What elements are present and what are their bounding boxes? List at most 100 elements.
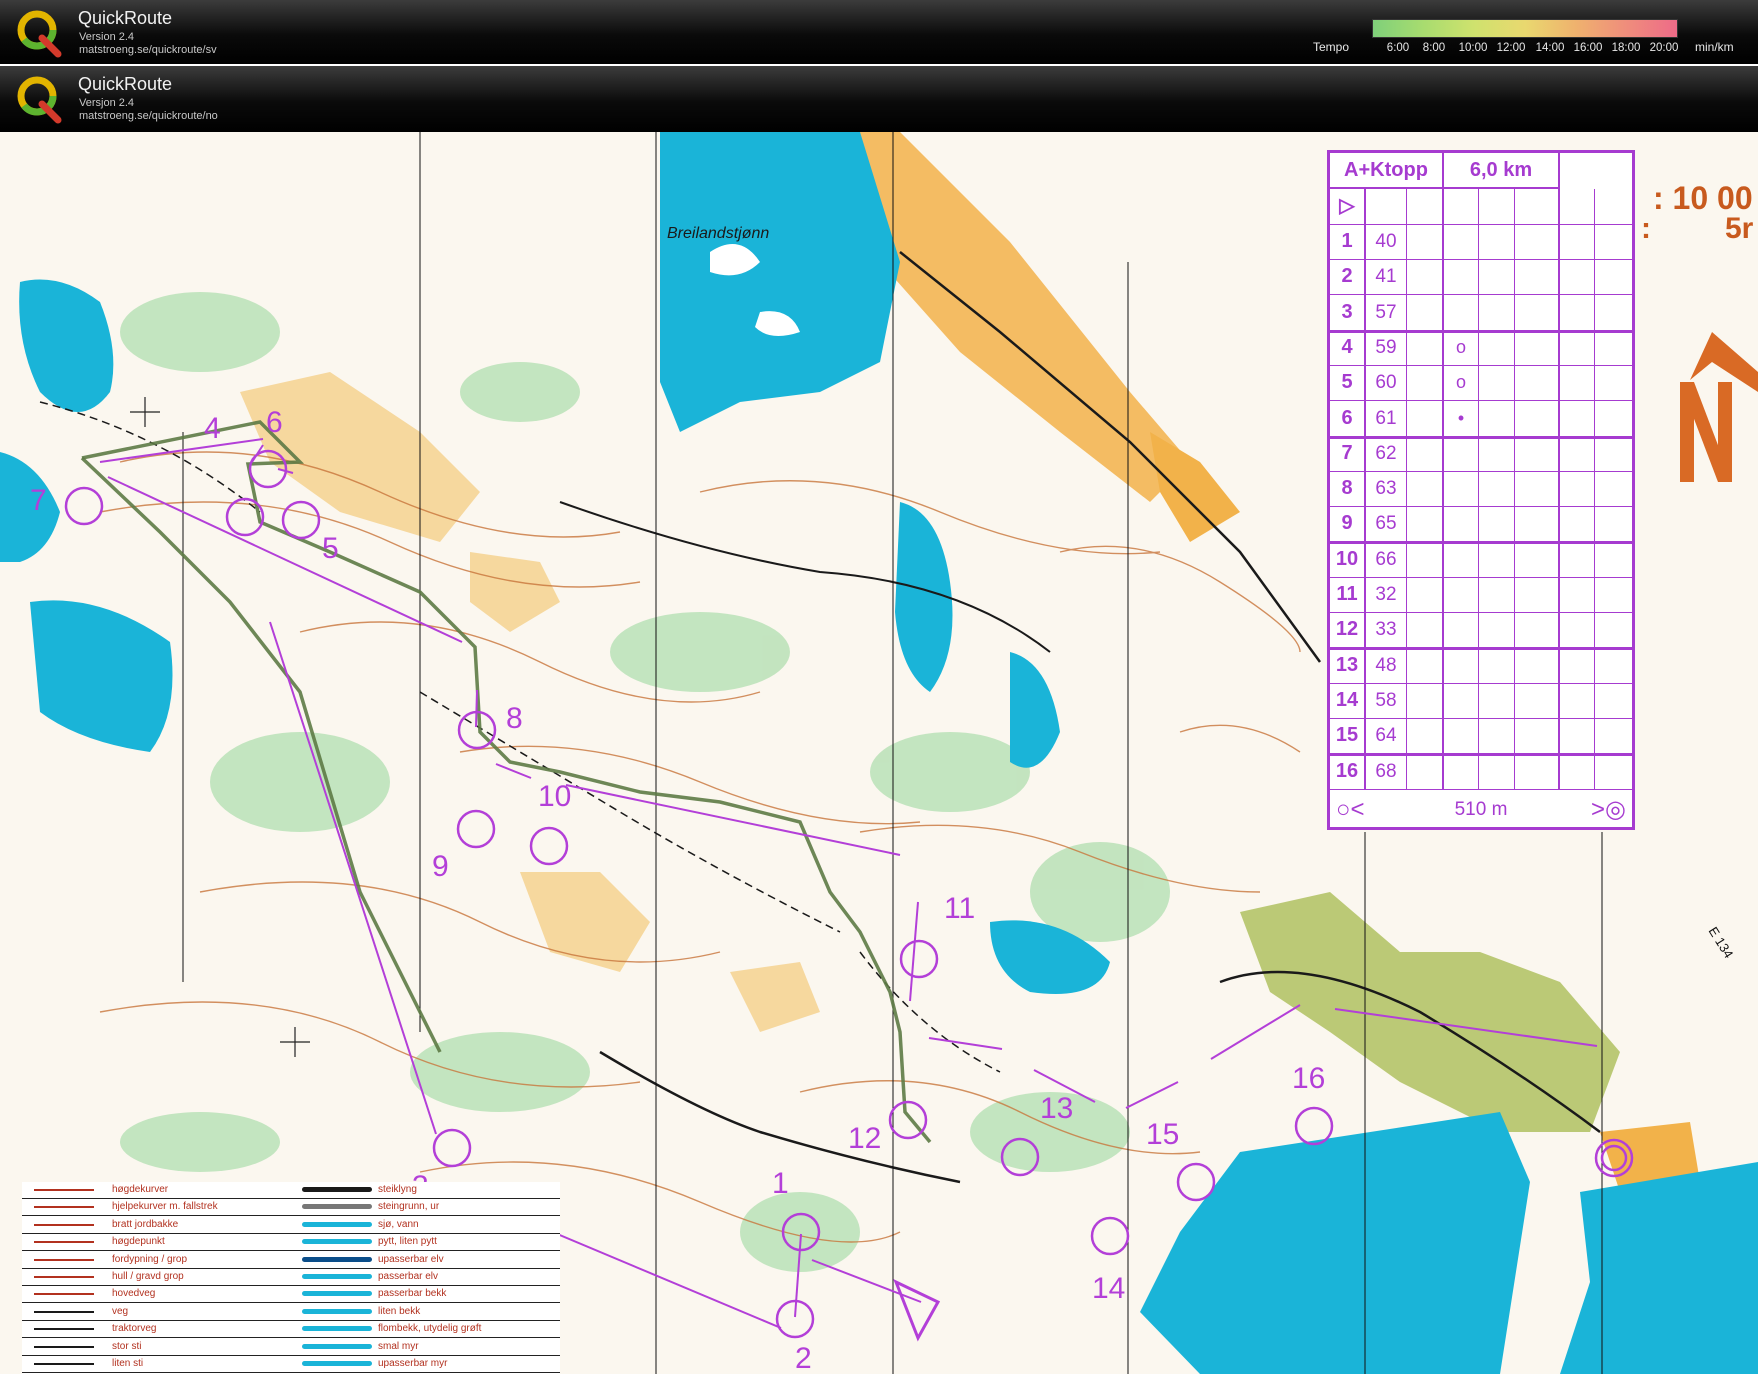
app-version: Versjon 2.4 <box>79 97 135 109</box>
control-row: 12 33 <box>1330 612 1632 651</box>
control-col-g <box>1560 612 1595 648</box>
legend-symbol-icon <box>34 1276 94 1278</box>
legend-row: bratt jordbakke sjø, vann <box>22 1217 560 1234</box>
control-col-e <box>1480 577 1515 612</box>
control-col-c <box>1408 365 1444 401</box>
legend-label: upasserbar elv <box>378 1253 444 1265</box>
control-label-15: 15 <box>1146 1118 1180 1151</box>
control-number: 1 <box>1330 224 1366 259</box>
legend-label: traktorveg <box>112 1323 157 1335</box>
control-code: 33 <box>1366 612 1407 648</box>
control-code: 66 <box>1366 541 1407 577</box>
scale-fragment-text: 5r <box>1725 212 1754 245</box>
quickroute-banner-sv: QuickRoute Version 2.4 matstroeng.se/qui… <box>0 0 1758 64</box>
feature-symbol <box>1444 435 1479 471</box>
legend-symbol-icon <box>302 1343 372 1349</box>
control-number: 2 <box>1330 259 1366 295</box>
tempo-ticks: 6:00 8:00 10:00 12:00 14:00 16:00 18:00 … <box>1372 42 1696 56</box>
control-number: 9 <box>1330 506 1366 542</box>
legend-symbol-icon <box>34 1241 94 1244</box>
control-col-c <box>1408 682 1444 718</box>
control-row: 9 65 <box>1330 506 1632 545</box>
course-length: 6,0 km <box>1444 153 1560 189</box>
start-triangle-icon: ▷ <box>1330 189 1366 224</box>
control-code: 63 <box>1366 471 1407 507</box>
control-col-g <box>1560 400 1595 436</box>
legend-row: hjelpekurver m. fallstrek steingrunn, ur <box>22 1199 560 1217</box>
control-col-e <box>1480 294 1515 330</box>
control-col-f <box>1516 541 1560 577</box>
tempo-tick: 14:00 <box>1535 42 1565 54</box>
legend-row: traktorveg flombekk, utydelig grøft <box>22 1321 560 1339</box>
legend-symbol-icon <box>34 1363 94 1365</box>
legend-symbol-icon <box>34 1258 94 1261</box>
start-row: ▷ <box>1330 189 1632 225</box>
control-label-14: 14 <box>1092 1272 1126 1305</box>
legend-label: steingrunn, ur <box>378 1201 440 1213</box>
control-col-g <box>1560 577 1595 612</box>
app-url[interactable]: matstroeng.se/quickroute/no <box>79 110 218 122</box>
control-col-e <box>1480 506 1515 542</box>
control-col-g <box>1560 506 1595 542</box>
control-number: 14 <box>1330 682 1366 718</box>
app-url[interactable]: matstroeng.se/quickroute/sv <box>79 44 217 56</box>
feature-symbol <box>1444 647 1479 683</box>
control-col-e <box>1480 541 1515 577</box>
control-code: 32 <box>1366 577 1407 612</box>
feature-symbol: • <box>1444 400 1479 436</box>
control-row: 16 68 <box>1330 753 1632 790</box>
control-col-c <box>1408 577 1444 612</box>
control-row: 11 32 <box>1330 577 1632 613</box>
legend-label: pytt, liten pytt <box>378 1236 437 1248</box>
control-col-e <box>1480 329 1515 365</box>
control-col-f <box>1516 365 1560 401</box>
control-col-g <box>1560 329 1595 365</box>
control-col-g <box>1560 224 1595 259</box>
control-col-e <box>1480 682 1515 718</box>
control-col-c <box>1408 329 1444 365</box>
control-col-c <box>1408 471 1444 507</box>
legend-label: hjelpekurver m. fallstrek <box>112 1201 218 1213</box>
control-number: 11 <box>1330 577 1366 612</box>
control-number: 15 <box>1330 718 1366 754</box>
control-code: 60 <box>1366 365 1407 401</box>
control-row: 3 57 <box>1330 294 1632 333</box>
control-code: 57 <box>1366 294 1407 330</box>
legend-symbol-icon <box>34 1328 94 1331</box>
control-col-g <box>1560 259 1595 295</box>
control-number: 10 <box>1330 541 1366 577</box>
control-label-6: 6 <box>266 406 283 439</box>
control-col-f <box>1516 224 1560 259</box>
control-col-c <box>1408 400 1444 436</box>
legend-symbol-icon <box>302 1187 372 1192</box>
control-col-g <box>1560 471 1595 507</box>
legend-row: liten sti upasserbar myr <box>22 1356 560 1373</box>
feature-symbol <box>1444 682 1479 718</box>
control-col-f <box>1516 259 1560 295</box>
control-code: 65 <box>1366 506 1407 542</box>
legend-label: sjø, vann <box>378 1218 419 1230</box>
quickroute-banner-no: QuickRoute Versjon 2.4 matstroeng.se/qui… <box>0 66 1758 132</box>
tempo-tick: 6:00 <box>1386 42 1410 54</box>
legend-symbol-icon <box>302 1239 372 1245</box>
legend-label: veg <box>112 1305 129 1317</box>
feature-symbol <box>1444 294 1479 330</box>
control-col-e <box>1480 647 1515 683</box>
control-number: 3 <box>1330 294 1366 330</box>
control-row: 5 60 o <box>1330 365 1632 402</box>
control-col-g <box>1560 647 1595 683</box>
tempo-label: Tempo <box>1313 40 1350 54</box>
control-col-g <box>1560 682 1595 718</box>
control-col-e <box>1480 400 1515 436</box>
control-col-f <box>1516 682 1560 718</box>
control-col-f <box>1516 294 1560 330</box>
legend-row: hull / gravd grop passerbar elv <box>22 1269 560 1286</box>
control-row: 1 40 <box>1330 224 1632 260</box>
feature-symbol <box>1444 753 1479 789</box>
control-col-f <box>1516 718 1560 754</box>
legend-label: liten sti <box>112 1358 144 1369</box>
legend-row: hovedveg passerbar bekk <box>22 1286 560 1304</box>
tempo-tick: 16:00 <box>1573 42 1603 54</box>
control-label-5: 5 <box>322 532 339 565</box>
control-col-e <box>1480 435 1515 471</box>
